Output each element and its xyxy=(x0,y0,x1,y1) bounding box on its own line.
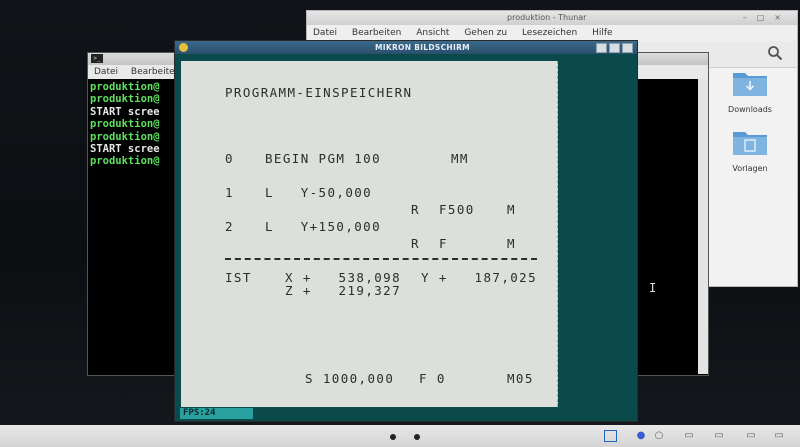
block-2-number: 2 xyxy=(225,219,234,234)
block-1-mfunc: M xyxy=(507,202,516,217)
fps-counter: FPS:24 xyxy=(180,408,253,419)
file-item-downloads[interactable]: Downloads xyxy=(707,69,793,114)
separator-line xyxy=(225,258,537,260)
file-label-vorlagen: Vorlagen xyxy=(732,164,768,173)
ist-y-value: Y + 187,025 xyxy=(421,270,538,285)
block-2-radius: R xyxy=(411,236,420,251)
program-heading: PROGRAMM-EINSPEICHERN xyxy=(225,85,413,100)
terminal-scrollbar[interactable] xyxy=(698,79,708,374)
text-cursor-icon: I xyxy=(649,281,657,295)
block-2-feed: F xyxy=(439,236,448,251)
monitor-circle-icon[interactable]: ○ xyxy=(652,430,666,442)
thunar-window-controls[interactable]: –□× xyxy=(743,11,791,25)
thunar-menu-gehen-zu[interactable]: Gehen zu xyxy=(464,28,507,38)
mikron-titlebar[interactable]: MIKRON BILDSCHIRM xyxy=(175,41,637,54)
monitor-plus-icon[interactable]: ▭ xyxy=(744,430,758,442)
block-1-text: L Y-50,000 xyxy=(265,185,373,200)
block-2-mfunc: M xyxy=(507,236,516,251)
input-source-icon[interactable] xyxy=(604,430,617,442)
block-0-number: 0 xyxy=(225,151,234,166)
maximize-button[interactable] xyxy=(609,43,620,53)
terminal-menu-bearbeiten[interactable]: Bearbeiten xyxy=(131,67,180,77)
thunar-title: produktion - Thunar xyxy=(507,13,587,22)
block-0-unit: MM xyxy=(451,151,469,166)
cnc-display: PROGRAMM-EINSPEICHERN 0 BEGIN PGM 100 MM… xyxy=(181,61,558,407)
thunar-menu-datei[interactable]: Datei xyxy=(313,28,337,38)
sensor-dot-icon xyxy=(414,434,420,440)
block-1-number: 1 xyxy=(225,185,234,200)
thunar-menubar: Datei Bearbeiten Ansicht Gehen zu Leseze… xyxy=(307,25,797,41)
folder-templates-icon xyxy=(733,132,767,155)
thunar-menu-ansicht[interactable]: Ansicht xyxy=(416,28,449,38)
spindle-speed: S 1000,000 xyxy=(305,371,395,386)
ist-z-value: Z + 219,327 xyxy=(285,283,402,298)
thunar-file-list: Downloads Vorlagen xyxy=(707,69,793,187)
terminal-menu-datei[interactable]: Datei xyxy=(94,67,118,77)
feed-status: F 0 xyxy=(419,371,446,386)
thunar-menu-bearbeiten[interactable]: Bearbeiten xyxy=(352,28,401,38)
mikron-app-icon xyxy=(179,43,188,52)
m-function-status: M05 xyxy=(507,371,534,386)
monitor-button-icon[interactable]: ● xyxy=(634,430,648,442)
thunar-menu-lesezeichen[interactable]: Lesezeichen xyxy=(522,28,577,38)
file-item-vorlagen[interactable]: Vorlagen xyxy=(707,128,793,173)
block-0-text: BEGIN PGM 100 xyxy=(265,151,382,166)
mikron-title: MIKRON BILDSCHIRM xyxy=(375,43,470,52)
file-label-downloads: Downloads xyxy=(728,105,772,114)
folder-download-icon xyxy=(733,73,767,96)
thunar-titlebar[interactable]: produktion - Thunar –□× xyxy=(307,11,797,25)
close-button[interactable] xyxy=(622,43,633,53)
monitor-minus-icon[interactable]: ▭ xyxy=(682,430,696,442)
block-2-text: L Y+150,000 xyxy=(265,219,382,234)
mikron-window-controls xyxy=(594,43,633,56)
mikron-window[interactable]: MIKRON BILDSCHIRM PROGRAMM-EINSPEICHERN … xyxy=(174,40,638,422)
search-icon[interactable] xyxy=(767,45,783,61)
block-1-radius: R xyxy=(411,202,420,217)
monitor-menu-icon[interactable]: ▭ xyxy=(712,430,726,442)
thunar-menu-hilfe[interactable]: Hilfe xyxy=(592,28,612,38)
minimize-button[interactable] xyxy=(596,43,607,53)
block-1-feed: F500 xyxy=(439,202,475,217)
terminal-icon: >_ xyxy=(91,54,103,63)
power-led-icon xyxy=(390,434,396,440)
ist-label: IST xyxy=(225,270,252,285)
monitor-power-icon[interactable]: ▭ xyxy=(772,430,786,442)
desktop-background: produktion - Thunar –□× Datei Bearbeiten… xyxy=(0,0,800,425)
monitor-bezel: ● ○ ▭ ▭ ▭ ▭ xyxy=(0,425,800,447)
